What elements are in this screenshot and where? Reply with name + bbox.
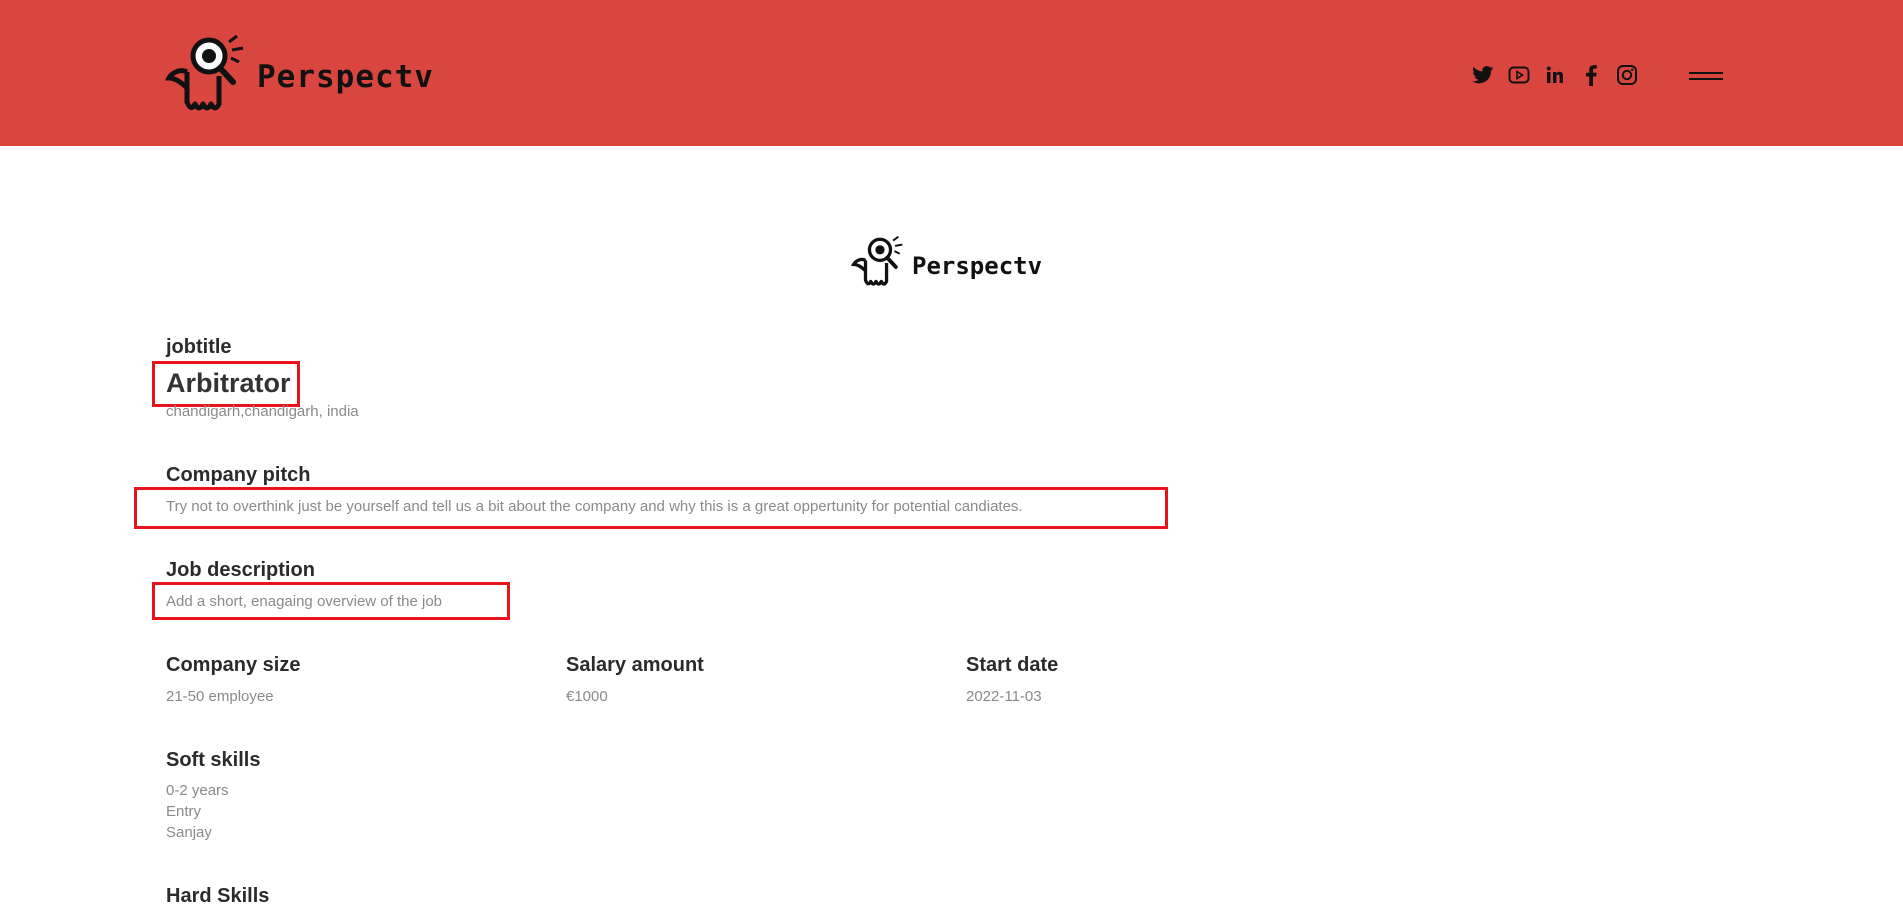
company-size-label: Company size (166, 654, 301, 676)
linkedin-icon[interactable] (1542, 62, 1568, 88)
site-header: Perspectv (0, 0, 1903, 146)
list-item: 0-2 years (166, 782, 229, 799)
company-pitch-label: Company pitch (166, 464, 311, 486)
start-date-label: Start date (966, 654, 1059, 676)
company-size-value: 21-50 employee (166, 688, 274, 705)
social-links (1470, 62, 1650, 88)
job-location: chandigarh,chandigarh, india (166, 403, 359, 420)
brand-name: Perspectv (257, 59, 434, 95)
jobtitle-label: jobtitle (166, 336, 232, 358)
job-description-label: Job description (166, 559, 315, 581)
job-description-text: Add a short, enagaing overview of the jo… (166, 593, 443, 610)
hard-skills-label: Hard Skills (166, 885, 270, 907)
start-date-value: 2022-11-03 (966, 688, 1042, 705)
youtube-icon[interactable] (1506, 62, 1532, 88)
list-item: Sanjay (166, 824, 212, 841)
soft-skills-label: Soft skills (166, 749, 261, 771)
card-logo: Perspectv (850, 234, 1042, 292)
mascot-logo-icon (850, 234, 906, 292)
company-pitch-text: Try not to overthink just be yourself an… (166, 498, 1023, 515)
soft-skills-list: 0-2 years Entry Sanjay (166, 780, 229, 843)
instagram-icon[interactable] (1614, 62, 1640, 88)
brand-logo[interactable]: Perspectv (164, 32, 434, 118)
salary-value: €1000 (566, 688, 608, 705)
mascot-logo-icon (164, 32, 247, 118)
twitter-icon[interactable] (1470, 62, 1496, 88)
job-title: Arbitrator (166, 368, 291, 398)
hamburger-menu-icon[interactable] (1689, 72, 1723, 82)
salary-label: Salary amount (566, 654, 704, 676)
card-logo-name: Perspectv (912, 252, 1043, 280)
facebook-icon[interactable] (1578, 62, 1604, 88)
list-item: Entry (166, 803, 202, 820)
